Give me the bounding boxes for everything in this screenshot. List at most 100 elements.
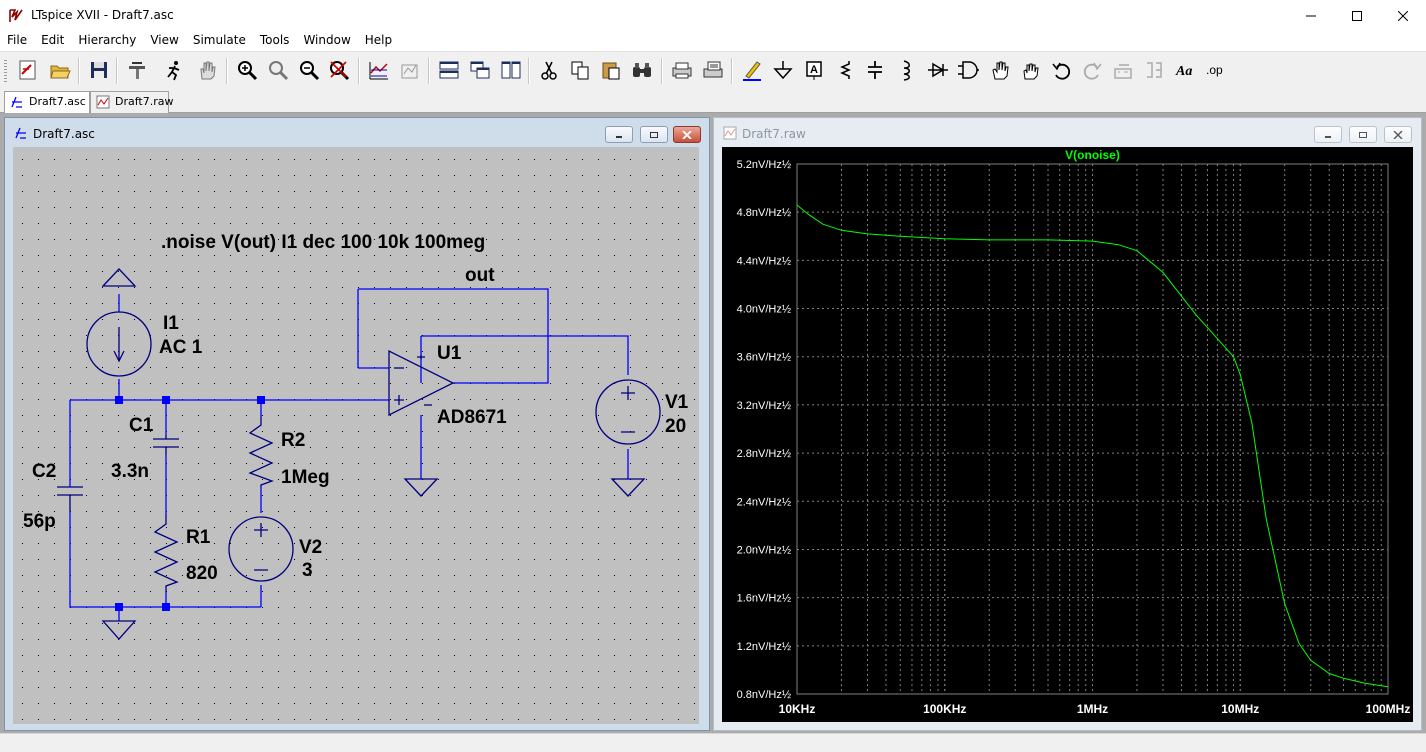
undo-button[interactable] [1049, 57, 1075, 83]
u1-name[interactable]: U1 [437, 343, 462, 364]
v2-name[interactable]: V2 [299, 537, 322, 558]
r1-name[interactable]: R1 [186, 527, 211, 548]
drag-icon [1023, 63, 1039, 80]
schematic-canvas[interactable]: .noise V(out) I1 dec 100 10k 100meg out … [13, 147, 699, 724]
undo-icon [1052, 62, 1071, 80]
toolbar-separator [226, 58, 228, 84]
paste-button[interactable] [598, 57, 624, 83]
inductor-icon [903, 60, 910, 81]
autorange-button[interactable] [366, 57, 392, 83]
tab-draft7-raw[interactable]: Draft7.raw [90, 91, 173, 113]
component-icon [958, 61, 979, 79]
print-button[interactable] [669, 57, 695, 83]
find-button[interactable] [629, 57, 655, 83]
u1-value[interactable]: AD8671 [437, 407, 507, 428]
zoom-in-icon [238, 61, 258, 81]
child-restore-button[interactable] [640, 126, 668, 143]
child-restore-button[interactable] [1349, 126, 1377, 143]
waveform-plot[interactable]: 5.2nV/Hz½ 4.8nV/Hz½ 4.4nV/Hz½ 4.0nV/Hz½ 3.6n… [722, 147, 1413, 722]
restore-icon [1359, 131, 1367, 138]
schematic-window-title-bar[interactable]: Draft7.asc [5, 118, 709, 146]
cut-button[interactable] [536, 57, 562, 83]
tile-vertical-icon [501, 61, 521, 79]
print-setup-button[interactable] [700, 57, 726, 83]
menu-hierarchy[interactable]: Hierarchy [71, 31, 143, 51]
zoom-in-button[interactable] [234, 57, 260, 83]
menu-tools[interactable]: Tools [253, 31, 297, 51]
draw-wire-button[interactable] [739, 57, 765, 83]
toolbar-separator [731, 58, 733, 84]
menu-simulate[interactable]: Simulate [186, 31, 253, 51]
i1-name[interactable]: I1 [163, 313, 179, 334]
move-button[interactable] [987, 57, 1013, 83]
resistor-button[interactable] [832, 57, 858, 83]
minimize-button[interactable] [1288, 0, 1334, 31]
print-setup-icon [703, 61, 723, 78]
diode-button[interactable] [925, 57, 951, 83]
inductor-button[interactable] [893, 57, 919, 83]
child-minimize-button[interactable] [1314, 126, 1342, 143]
capacitor-button[interactable] [862, 57, 888, 83]
copy-button[interactable] [567, 57, 593, 83]
new-schematic-button[interactable] [15, 57, 41, 83]
control-panel-button[interactable] [124, 57, 150, 83]
drag-button[interactable] [1017, 57, 1043, 83]
child-close-button[interactable] [673, 126, 701, 143]
close-icon [1393, 130, 1403, 139]
run-button[interactable] [161, 57, 187, 83]
zoom-out-button[interactable] [296, 57, 322, 83]
noise-plot[interactable]: 5.2nV/Hz½ 4.8nV/Hz½ 4.4nV/Hz½ 4.0nV/Hz½ 3.6n… [722, 147, 1413, 722]
zoom-cancel-button[interactable] [326, 57, 352, 83]
save-button[interactable] [86, 57, 112, 83]
toolbar-grip[interactable] [4, 60, 7, 82]
menu-window[interactable]: Window [296, 31, 357, 51]
tile-horizontal-button[interactable] [436, 57, 462, 83]
trace-legend-label[interactable]: V(onoise) [1065, 148, 1120, 162]
redo-button[interactable] [1079, 57, 1105, 83]
text-button[interactable]: Aa [1173, 57, 1199, 83]
component-button[interactable] [955, 57, 981, 83]
pick-traces-icon [401, 64, 418, 79]
menu-file[interactable]: File [0, 31, 34, 51]
pick-traces-button[interactable] [397, 57, 423, 83]
rotate-button[interactable] [1110, 57, 1136, 83]
title-bar: LTspice XVII - Draft7.asc [0, 0, 1426, 31]
c1-name[interactable]: C1 [129, 415, 154, 436]
zoom-cancel-icon [330, 61, 350, 81]
menu-edit[interactable]: Edit [34, 31, 71, 51]
v1-name[interactable]: V1 [665, 392, 689, 413]
tab-draft7-asc[interactable]: Draft7.asc [4, 91, 90, 114]
r1-value[interactable]: 820 [186, 563, 218, 584]
cascade-button[interactable] [467, 57, 493, 83]
child-minimize-button[interactable] [605, 126, 633, 143]
close-button[interactable] [1380, 0, 1426, 31]
toolbar: A Aa .op [0, 51, 1426, 89]
v2-value[interactable]: 3 [302, 560, 313, 581]
v1-value[interactable]: 20 [665, 416, 686, 437]
close-icon [682, 130, 692, 139]
ground-button[interactable] [770, 57, 796, 83]
tab-label: Draft7.asc [29, 95, 86, 108]
c2-value[interactable]: 56p [23, 511, 56, 532]
waveform-window-title-bar[interactable]: Draft7.raw [714, 118, 1421, 146]
r2-value[interactable]: 1Meg [281, 467, 330, 488]
menu-help[interactable]: Help [358, 31, 399, 51]
zoom-full-button[interactable] [265, 57, 291, 83]
net-label-out[interactable]: out [465, 265, 495, 286]
menu-view[interactable]: View [143, 31, 185, 51]
r2-name[interactable]: R2 [281, 430, 305, 451]
maximize-button[interactable] [1334, 0, 1380, 31]
tile-vertical-button[interactable] [498, 57, 524, 83]
open-button[interactable] [47, 57, 73, 83]
mirror-button[interactable] [1141, 57, 1167, 83]
spice-directive[interactable]: .noise V(out) I1 dec 100 10k 100meg [161, 232, 485, 253]
toolbar-separator [78, 58, 80, 84]
child-close-button[interactable] [1384, 126, 1412, 143]
c1-value[interactable]: 3.3n [111, 461, 149, 482]
label-net-button[interactable]: A [801, 57, 827, 83]
spice-directive-button[interactable]: .op [1203, 57, 1229, 83]
i1-value[interactable]: AC 1 [159, 337, 203, 358]
schematic-drawing[interactable]: .noise V(out) I1 dec 100 10k 100meg out … [13, 147, 699, 724]
c2-name[interactable]: C2 [32, 461, 56, 482]
halt-button[interactable] [194, 57, 220, 83]
